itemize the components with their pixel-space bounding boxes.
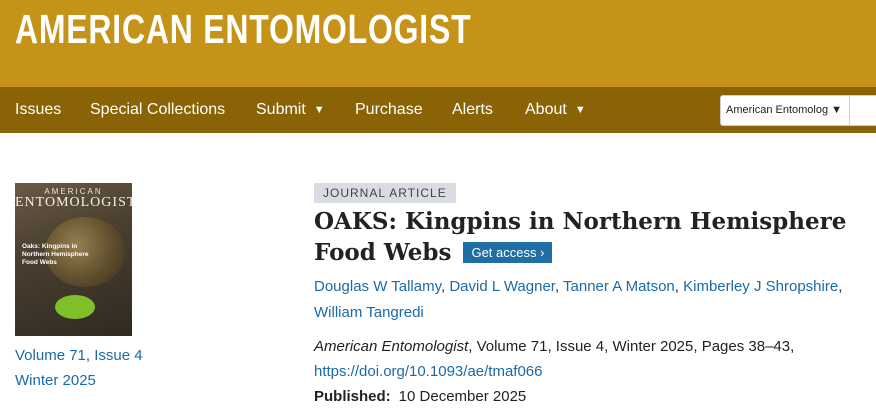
- author-separator: ,: [554, 278, 564, 295]
- citation: American Entomologist, Volume 71, Issue …: [314, 338, 794, 355]
- leaf-graphic: [55, 295, 95, 319]
- article-title-text: OAKS: Kingpins in Northern Hemisphere Fo…: [314, 208, 847, 266]
- nav-about[interactable]: About ▼: [525, 87, 586, 133]
- nav-about-label: About: [525, 101, 567, 118]
- chevron-down-icon: ▼: [574, 104, 586, 116]
- get-access-label: Get access: [471, 245, 537, 260]
- chevron-down-icon: ▼: [313, 104, 325, 116]
- nav-issues-label: Issues: [15, 101, 62, 118]
- issue-volume-link[interactable]: Volume 71, Issue 4: [15, 347, 143, 364]
- search-input[interactable]: [850, 95, 876, 126]
- author-list: Douglas W Tallamy, David L Wagner, Tanne…: [314, 274, 874, 326]
- site-title[interactable]: AMERICAN ENTOMOLOGIST: [15, 6, 471, 53]
- citation-details: , Volume 71, Issue 4, Winter 2025, Pages…: [468, 338, 795, 355]
- search-scope-select[interactable]: American Entomologist ▼: [720, 95, 850, 126]
- author-link[interactable]: Tanner A Matson: [563, 278, 675, 295]
- chevron-right-icon: ›: [540, 245, 545, 260]
- search-scope-value: American Entomologist: [726, 104, 828, 116]
- author-link[interactable]: David L Wagner: [449, 278, 555, 295]
- author-link[interactable]: William Tangredi: [314, 304, 424, 321]
- author-link[interactable]: Douglas W Tallamy: [314, 278, 441, 295]
- nav-purchase[interactable]: Purchase: [355, 87, 423, 133]
- nav-submit-label: Submit: [256, 101, 306, 118]
- issue-season-link[interactable]: Winter 2025: [15, 372, 96, 389]
- get-access-button[interactable]: Get access ›: [463, 242, 553, 263]
- nav-special-collections-label: Special Collections: [90, 101, 226, 118]
- author-separator: ,: [838, 278, 843, 295]
- published-value: 10 December 2025: [398, 388, 527, 405]
- article-title: OAKS: Kingpins in Northern Hemisphere Fo…: [314, 206, 874, 268]
- doi-link[interactable]: https://doi.org/10.1093/ae/tmaf066: [314, 363, 543, 380]
- article-type-badge: JOURNAL ARTICLE: [314, 183, 456, 203]
- published-label: Published:: [314, 388, 391, 405]
- published-date: Published: 10 December 2025: [314, 388, 526, 405]
- nav-purchase-label: Purchase: [355, 101, 423, 118]
- cover-caption: Oaks: Kingpins in Northern Hemisphere Fo…: [22, 243, 89, 266]
- masthead: AMERICAN ENTOMOLOGIST: [0, 0, 876, 87]
- nav-submit[interactable]: Submit ▼: [256, 87, 325, 133]
- citation-journal: American Entomologist: [314, 338, 469, 355]
- author-link[interactable]: Kimberley J Shropshire: [683, 278, 838, 295]
- issue-cover-image[interactable]: AMERICAN ENTOMOLOGIST Oaks: Kingpins in …: [15, 183, 132, 336]
- nav-issues[interactable]: Issues: [15, 87, 61, 133]
- dropdown-arrow-icon: ▼: [831, 104, 842, 116]
- nav-special-collections[interactable]: Special Collections: [90, 87, 225, 133]
- cover-journal-title: ENTOMOLOGIST: [15, 195, 132, 210]
- nav-alerts-label: Alerts: [452, 101, 493, 118]
- author-separator: ,: [674, 278, 684, 295]
- nav-alerts[interactable]: Alerts: [452, 87, 493, 133]
